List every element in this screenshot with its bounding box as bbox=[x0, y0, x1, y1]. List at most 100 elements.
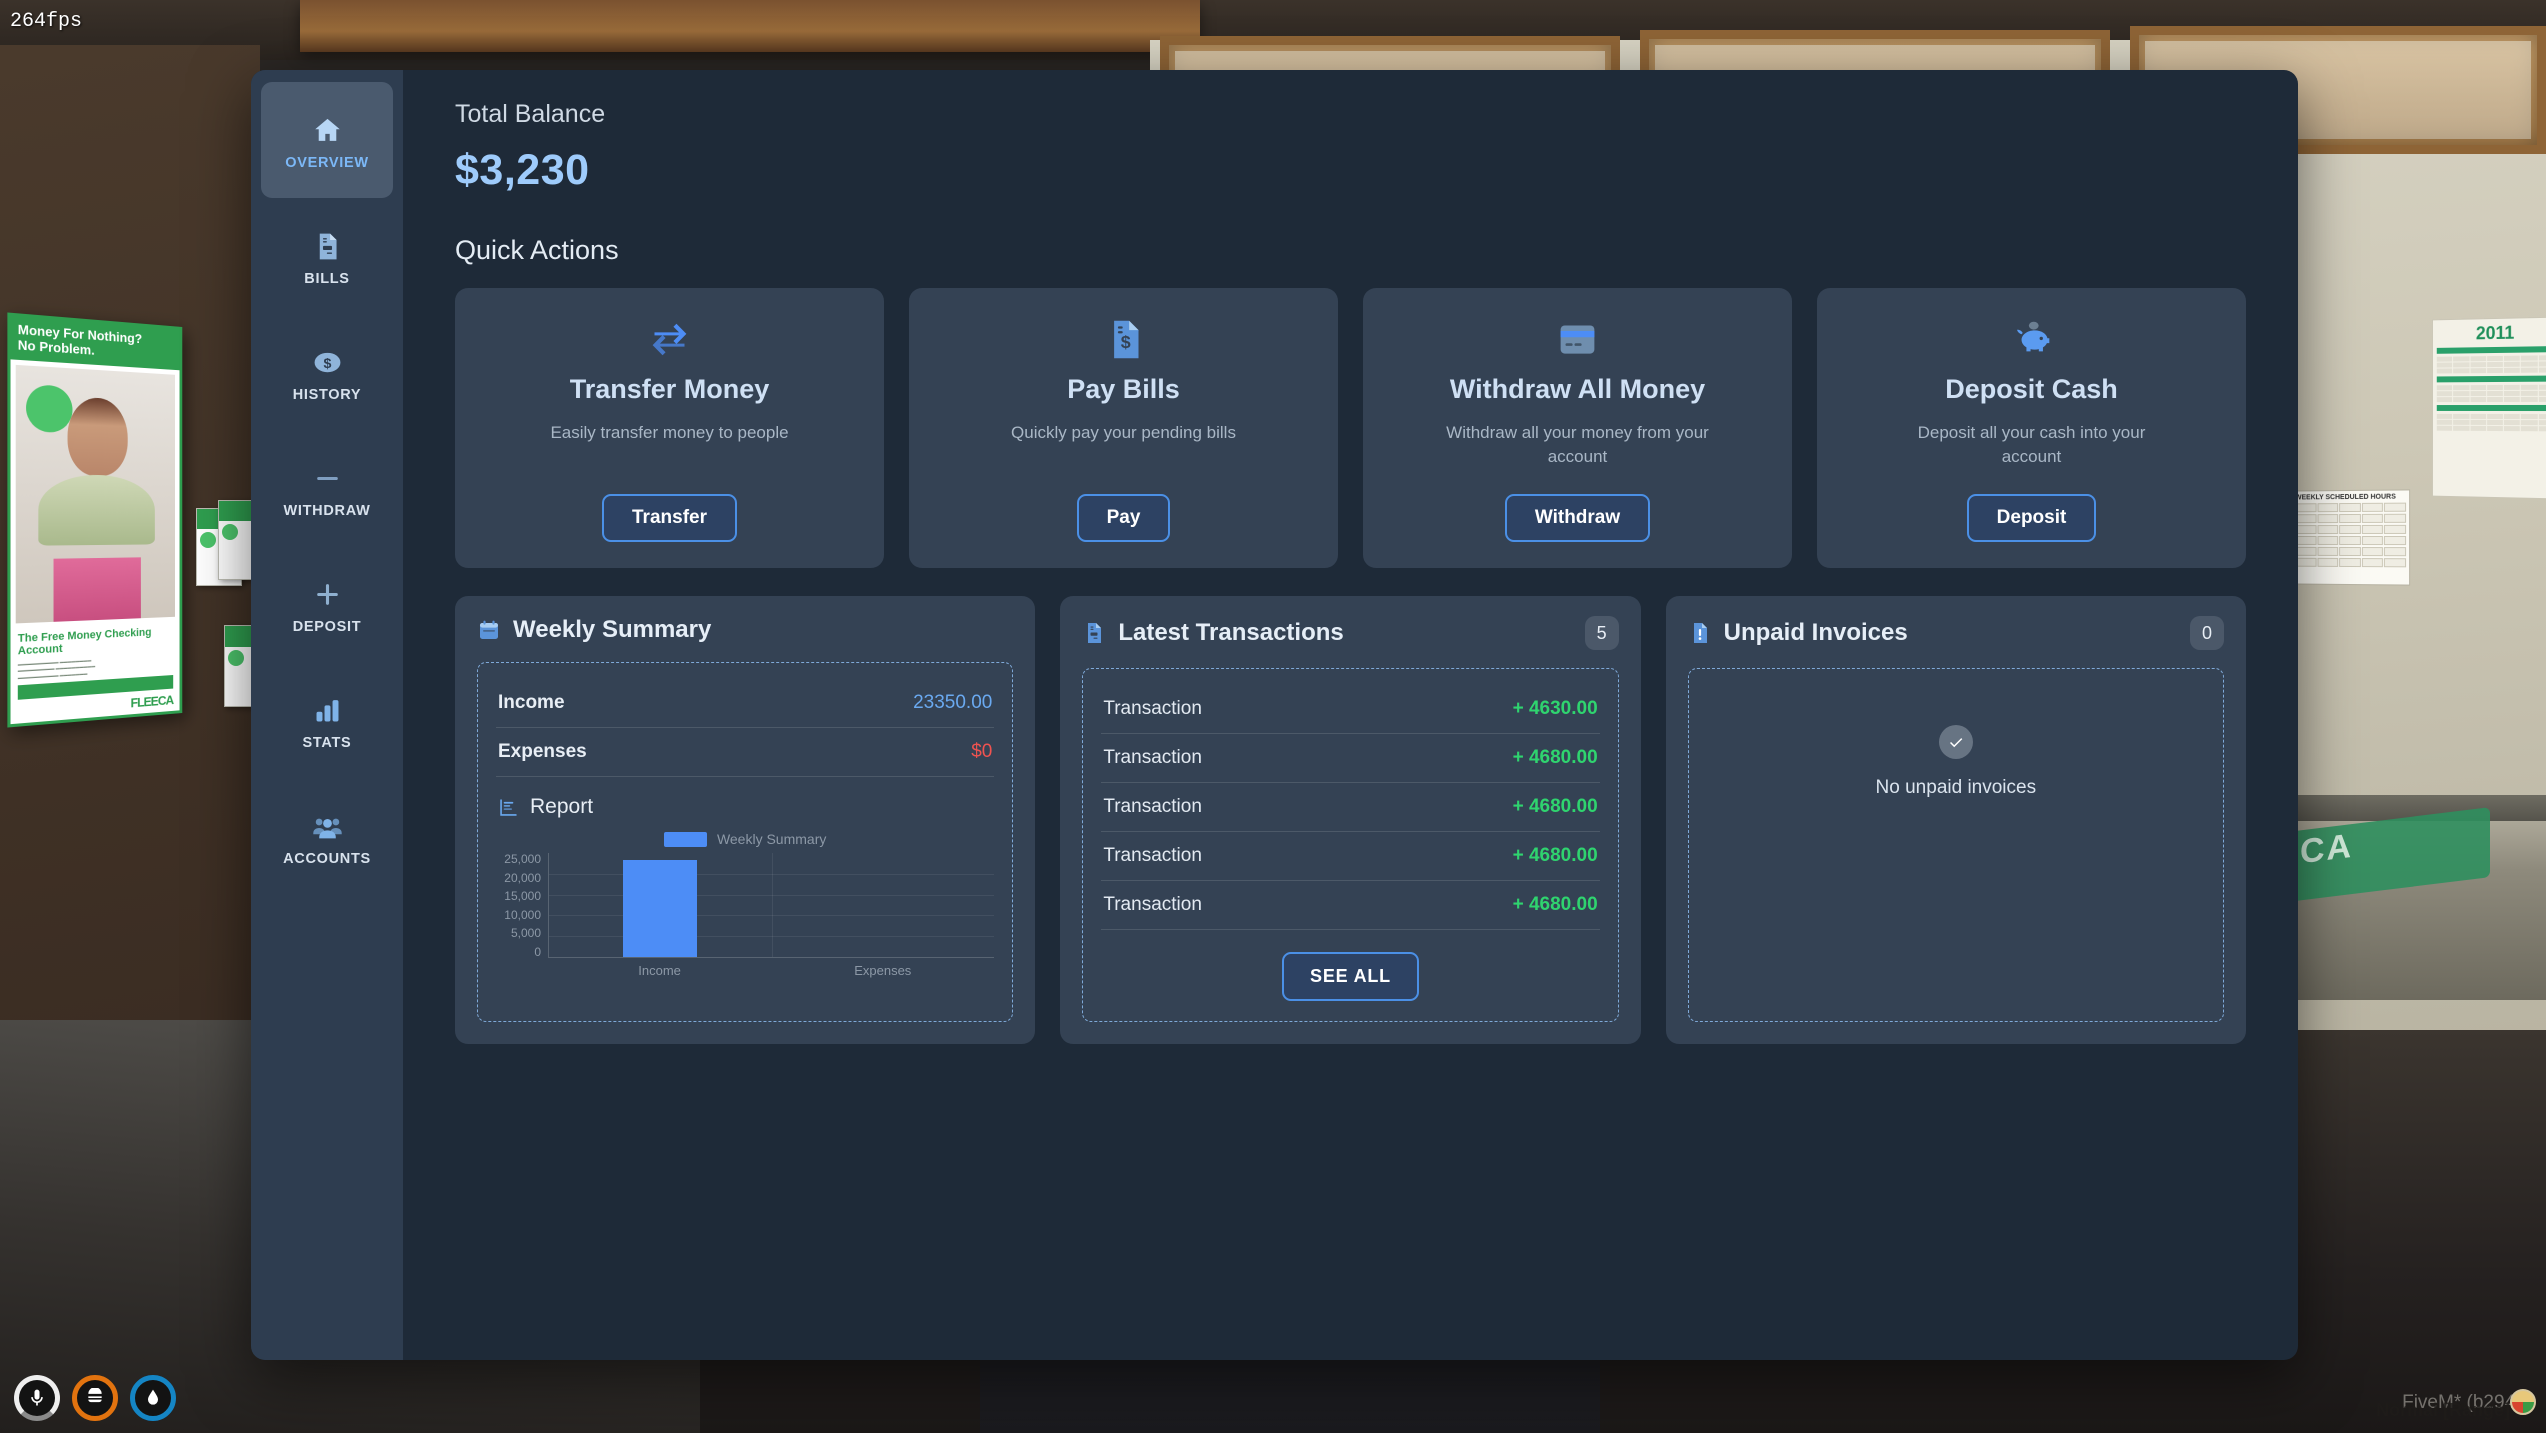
income-label: Income bbox=[498, 692, 565, 714]
latest-transactions-panel: Latest Transactions 5 Transaction + 4630… bbox=[1060, 596, 1640, 1044]
fivem-watermark: FiveM* (b2944) Normal [Range] bbox=[2376, 1393, 2532, 1419]
minus-icon bbox=[312, 461, 343, 495]
piggy-bank-icon bbox=[2009, 312, 2054, 366]
scene-wall-calendar: 2011 bbox=[2432, 317, 2546, 500]
quick-action-title: Deposit Cash bbox=[1945, 374, 2118, 405]
scene-ceiling-beam bbox=[300, 0, 1200, 52]
latest-transactions-header: Latest Transactions 5 bbox=[1082, 616, 1618, 650]
balance-value: $3,230 bbox=[455, 146, 2246, 195]
chart-legend-swatch bbox=[664, 832, 707, 847]
fps-counter: 264fps bbox=[10, 10, 82, 33]
quick-action-card-withdraw: Withdraw All Money Withdraw all your mon… bbox=[1363, 288, 1792, 568]
main-content: Total Balance $3,230 Quick Actions Trans… bbox=[403, 70, 2298, 1360]
chart-ytick: 25,000 bbox=[504, 853, 541, 865]
transaction-label: Transaction bbox=[1103, 698, 1202, 720]
chart-y-axis: 25,000 20,000 15,000 10,000 5,000 0 bbox=[496, 853, 548, 958]
fivem-logo-icon bbox=[2510, 1389, 2536, 1415]
quick-action-card-transfer: Transfer Money Easily transfer money to … bbox=[455, 288, 884, 568]
unpaid-invoices-header: Unpaid Invoices 0 bbox=[1688, 616, 2224, 650]
poster-badge bbox=[26, 384, 72, 433]
see-all-wrapper: SEE ALL bbox=[1101, 930, 1599, 1001]
report-label: Report bbox=[530, 795, 593, 819]
sidebar-item-deposit[interactable]: DEPOSIT bbox=[261, 546, 393, 662]
pay-button[interactable]: Pay bbox=[1077, 494, 1171, 542]
transfer-button[interactable]: Transfer bbox=[602, 494, 737, 542]
transaction-label: Transaction bbox=[1103, 747, 1202, 769]
invoice-dollar-icon: $ bbox=[1101, 312, 1146, 366]
poster-model-shirt bbox=[54, 557, 141, 622]
chart-xtick: Income bbox=[548, 963, 771, 978]
transaction-row[interactable]: Transaction + 4680.00 bbox=[1101, 832, 1599, 881]
check-circle-icon bbox=[1939, 725, 1973, 759]
scene-wall-schedule: WEEKLY SCHEDULED HOURS bbox=[2291, 489, 2410, 585]
chart-legend: Weekly Summary bbox=[496, 831, 994, 847]
deposit-button[interactable]: Deposit bbox=[1967, 494, 2097, 542]
sidebar-label-bills: BILLS bbox=[304, 271, 349, 287]
transaction-amount: + 4680.00 bbox=[1513, 845, 1598, 867]
weekly-summary-title: Weekly Summary bbox=[513, 616, 711, 644]
poster-cash-fan bbox=[38, 474, 155, 546]
quick-action-desc: Easily transfer money to people bbox=[550, 421, 788, 445]
withdraw-button[interactable]: Withdraw bbox=[1505, 494, 1650, 542]
sidebar-nav: OVERVIEW BILLS $ HISTORY WITHDRAW bbox=[251, 70, 403, 1360]
document-icon bbox=[312, 229, 343, 263]
transaction-row[interactable]: Transaction + 4680.00 bbox=[1101, 881, 1599, 930]
sidebar-item-overview[interactable]: OVERVIEW bbox=[261, 82, 393, 198]
calendar-year: 2011 bbox=[2437, 322, 2546, 345]
chart-xtick: Expenses bbox=[771, 963, 994, 978]
sidebar-label-stats: STATS bbox=[303, 735, 352, 751]
svg-text:$: $ bbox=[323, 356, 331, 372]
sidebar-item-withdraw[interactable]: WITHDRAW bbox=[261, 430, 393, 546]
summary-row-income: Income 23350.00 bbox=[496, 679, 994, 728]
water-drop-icon bbox=[143, 1388, 163, 1408]
chart-ytick: 20,000 bbox=[504, 872, 541, 884]
poster-model-face bbox=[68, 396, 128, 476]
svg-text:$: $ bbox=[1121, 331, 1131, 351]
weekly-summary-body: Income 23350.00 Expenses $0 Report bbox=[477, 662, 1013, 1022]
plus-icon bbox=[312, 577, 343, 611]
latest-transactions-title: Latest Transactions bbox=[1118, 619, 1343, 647]
thirst-status bbox=[130, 1375, 176, 1421]
transaction-row[interactable]: Transaction + 4630.00 bbox=[1101, 685, 1599, 734]
hud-status-rings bbox=[14, 1375, 176, 1421]
sidebar-item-history[interactable]: $ HISTORY bbox=[261, 314, 393, 430]
expenses-value: $0 bbox=[971, 741, 992, 763]
see-all-button[interactable]: SEE ALL bbox=[1282, 952, 1419, 1001]
transaction-label: Transaction bbox=[1103, 894, 1202, 916]
sidebar-item-bills[interactable]: BILLS bbox=[261, 198, 393, 314]
unpaid-invoices-panel: Unpaid Invoices 0 No unpaid invoices bbox=[1666, 596, 2246, 1044]
quick-action-desc: Withdraw all your money from your accoun… bbox=[1433, 421, 1723, 469]
transaction-row[interactable]: Transaction + 4680.00 bbox=[1101, 783, 1599, 832]
panels-grid: Weekly Summary Income 23350.00 Expenses … bbox=[455, 596, 2246, 1044]
scene-fleeca-poster: Money For Nothing? No Problem. The Free … bbox=[7, 312, 182, 727]
chart-ytick: 5,000 bbox=[511, 927, 541, 939]
quick-action-desc: Deposit all your cash into your account bbox=[1887, 421, 2177, 469]
quick-action-desc: Quickly pay your pending bills bbox=[1011, 421, 1236, 445]
watermark-voice-range: Normal [Range] bbox=[2376, 1401, 2510, 1419]
sidebar-label-withdraw: WITHDRAW bbox=[284, 503, 371, 519]
transaction-amount: + 4630.00 bbox=[1513, 698, 1598, 720]
unpaid-invoices-body: No unpaid invoices bbox=[1688, 668, 2224, 1022]
weekly-summary-panel: Weekly Summary Income 23350.00 Expenses … bbox=[455, 596, 1035, 1044]
chart-bars bbox=[548, 853, 994, 958]
chart-column-expenses bbox=[772, 853, 995, 957]
transfer-arrows-icon bbox=[647, 312, 692, 366]
empty-state-text: No unpaid invoices bbox=[1876, 777, 2037, 799]
chart-legend-label: Weekly Summary bbox=[717, 831, 826, 847]
bar-chart-icon bbox=[312, 693, 343, 727]
expenses-label: Expenses bbox=[498, 741, 587, 763]
credit-card-icon bbox=[1555, 312, 1600, 366]
transaction-row[interactable]: Transaction + 4680.00 bbox=[1101, 734, 1599, 783]
sidebar-item-accounts[interactable]: ACCOUNTS bbox=[261, 778, 393, 894]
sidebar-item-stats[interactable]: STATS bbox=[261, 662, 393, 778]
chart-plot-area: 25,000 20,000 15,000 10,000 5,000 0 bbox=[496, 853, 994, 958]
invoices-count-badge: 0 bbox=[2190, 616, 2224, 650]
banking-app-window: OVERVIEW BILLS $ HISTORY WITHDRAW bbox=[251, 70, 2298, 1360]
quick-action-title: Withdraw All Money bbox=[1450, 374, 1705, 405]
scene-decal-text: CA bbox=[2300, 827, 2353, 873]
microphone-status bbox=[14, 1375, 60, 1421]
burger-icon bbox=[85, 1388, 105, 1408]
weekly-summary-header: Weekly Summary bbox=[477, 616, 1013, 644]
transaction-amount: + 4680.00 bbox=[1513, 796, 1598, 818]
chart-column-income bbox=[549, 853, 772, 957]
